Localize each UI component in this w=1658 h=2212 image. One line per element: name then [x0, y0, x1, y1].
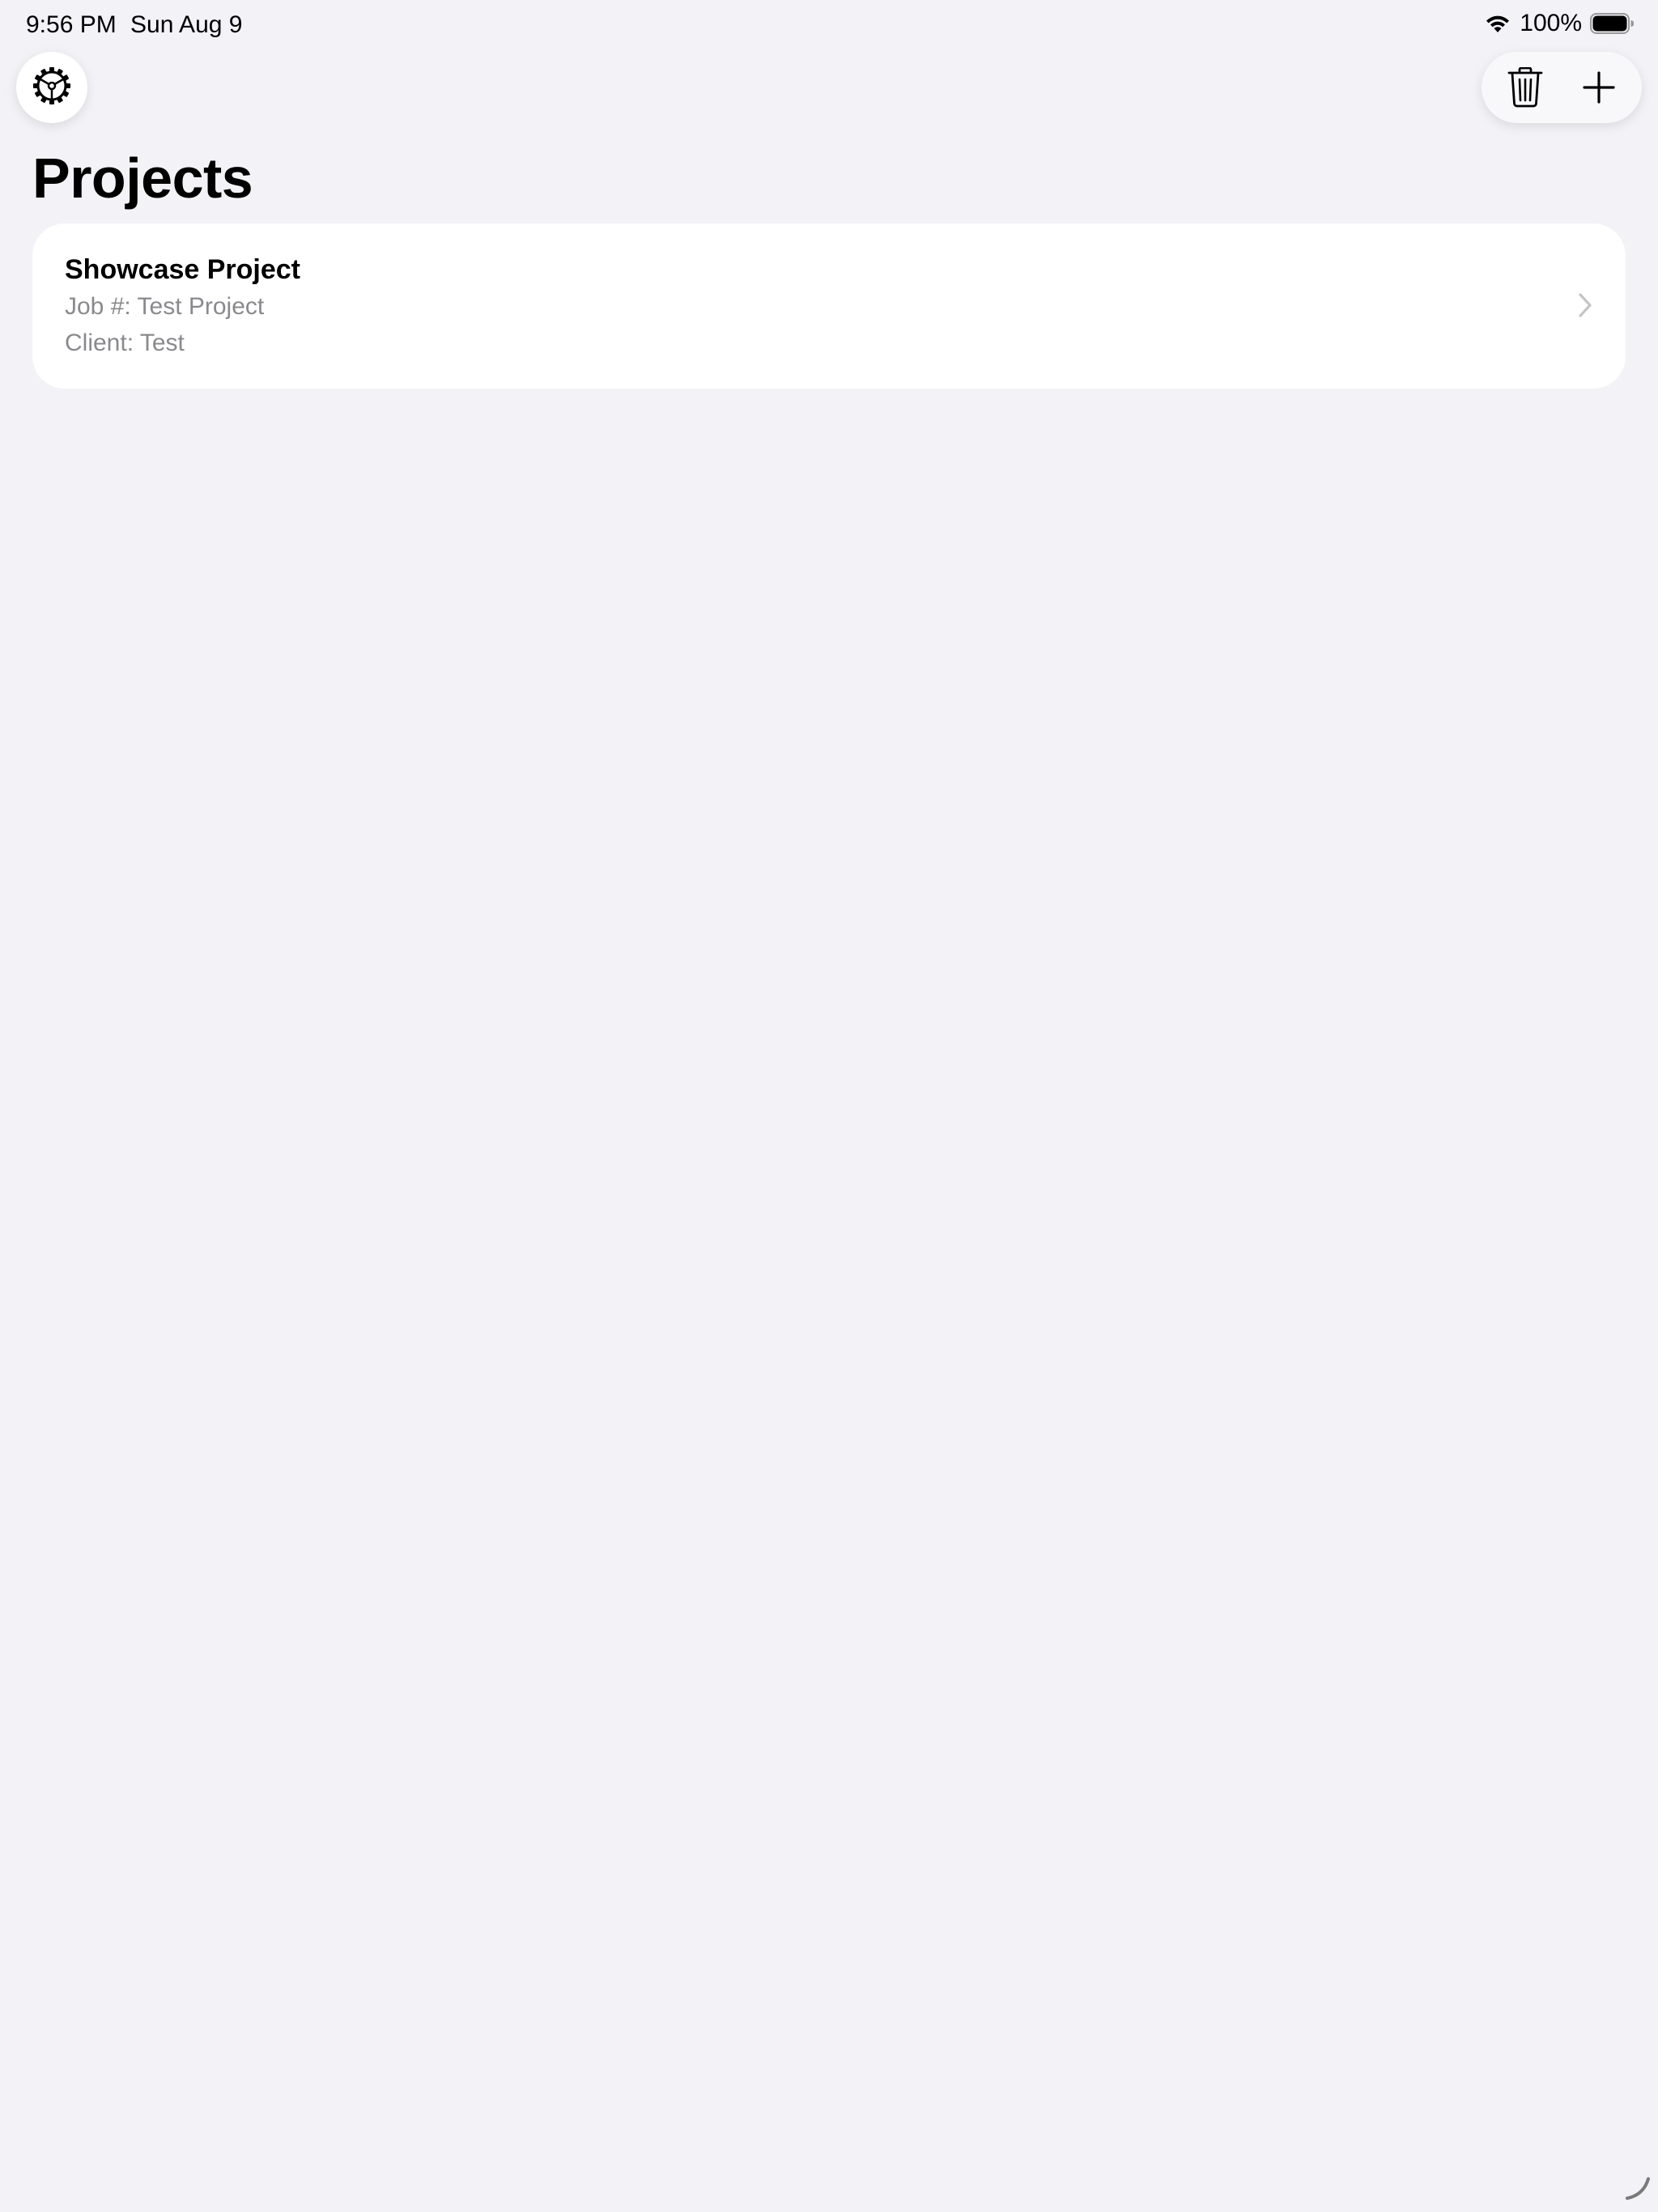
status-date: Sun Aug 9 [130, 11, 243, 38]
project-card[interactable]: Showcase Project Job #: Test Project Cli… [32, 223, 1626, 389]
add-project-button[interactable] [1567, 55, 1631, 120]
projects-screen: 9:56 PM Sun Aug 9 100% Projects Showcase… [0, 0, 1658, 2212]
settings-button[interactable] [16, 52, 87, 123]
project-name: Showcase Project [65, 254, 301, 285]
battery-icon [1590, 13, 1634, 34]
chevron-right-icon [1577, 291, 1593, 319]
plus-icon [1582, 71, 1615, 104]
status-bar: 9:56 PM Sun Aug 9 100% [0, 0, 1658, 52]
page-title: Projects [32, 147, 253, 210]
status-time: 9:56 PM [26, 11, 117, 38]
status-indicators: 100% [1484, 10, 1634, 37]
corner-grabber-icon [1621, 2171, 1653, 2207]
gear-icon [32, 66, 72, 110]
trash-icon [1507, 67, 1543, 108]
project-job-number: Job #: Test Project [65, 293, 265, 320]
toolbar-actions [1482, 52, 1642, 123]
delete-button[interactable] [1493, 55, 1558, 120]
wifi-icon [1484, 13, 1511, 34]
battery-percent: 100% [1520, 10, 1582, 36]
project-client: Client: Test [65, 330, 185, 356]
